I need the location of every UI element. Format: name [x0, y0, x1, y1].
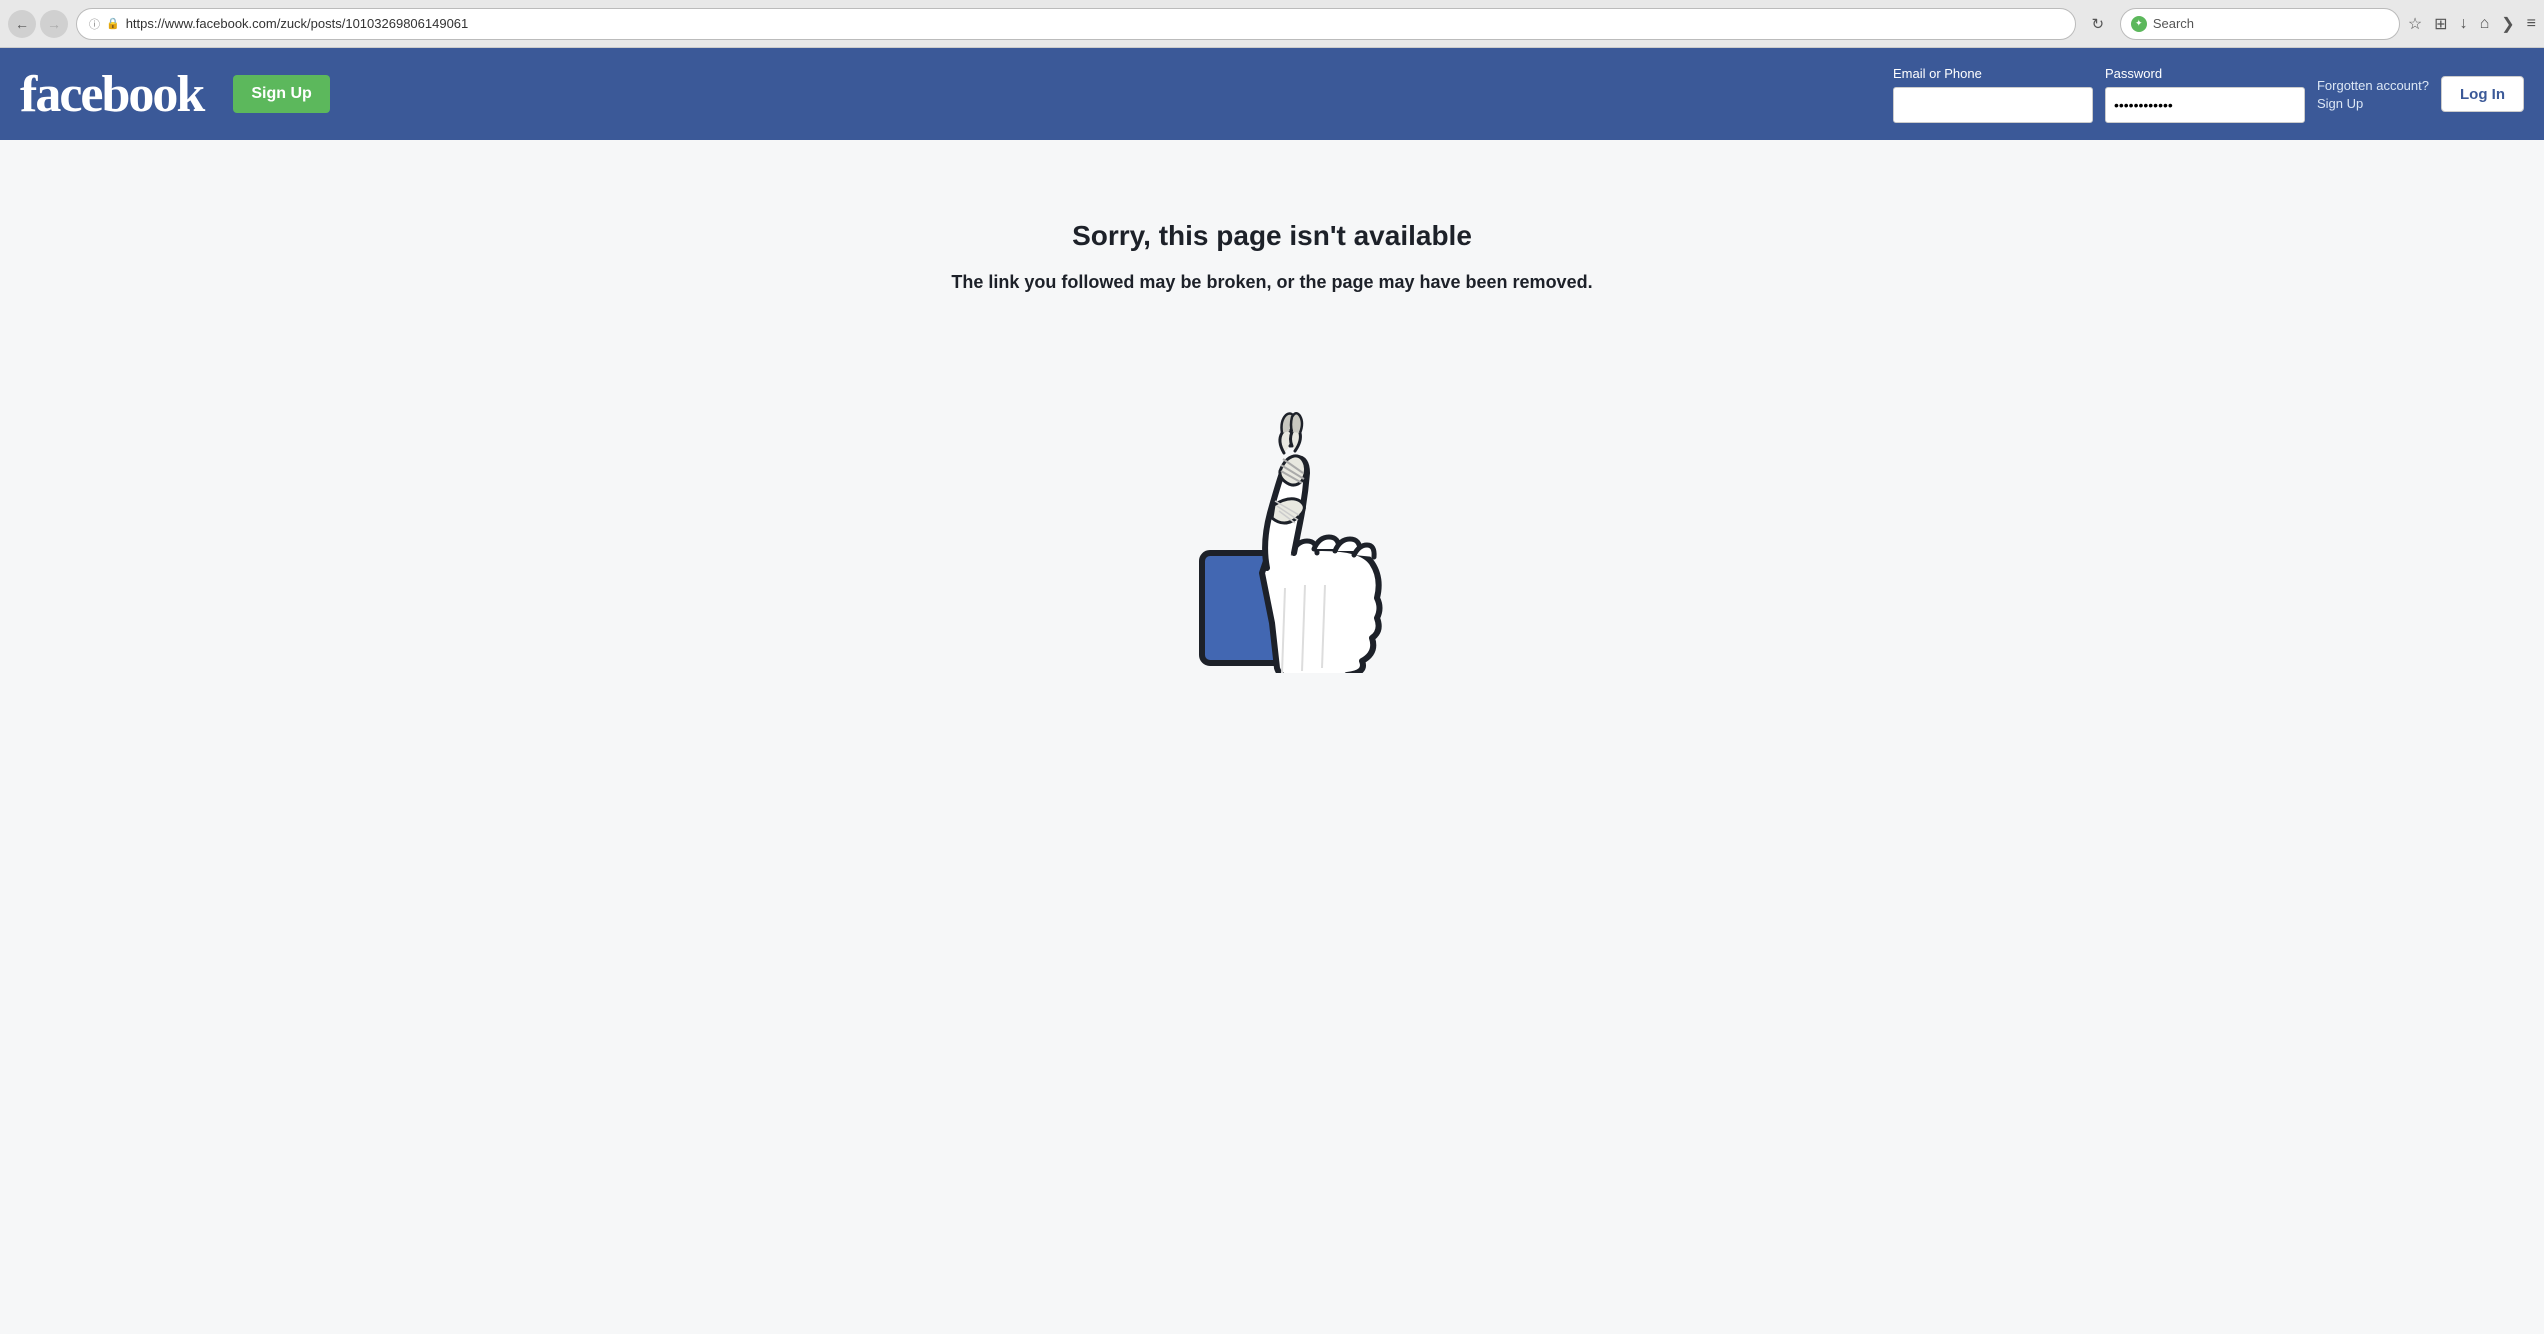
nav-buttons: ← → [8, 10, 68, 38]
main-content: Sorry, this page isn't available The lin… [0, 140, 2544, 1334]
forgotten-account-link[interactable]: Forgotten account? [2317, 78, 2429, 93]
search-icon: ✦ [2131, 16, 2147, 32]
lock-icon: 🔒 [106, 17, 120, 30]
home-icon[interactable]: ⌂ [2480, 15, 2490, 33]
login-links: Forgotten account? Sign Up [2317, 78, 2429, 111]
search-label: Search [2153, 16, 2389, 31]
info-icon: ⓘ [89, 16, 100, 32]
toolbar-icons: ☆ ⊞ ↓ ⌂ ❯ ≡ [2408, 14, 2536, 34]
download-icon[interactable]: ↓ [2460, 15, 2468, 33]
header-right: Email or Phone Password Forgotten accoun… [1893, 66, 2524, 123]
email-input[interactable] [1893, 87, 2093, 123]
facebook-logo: facebook [20, 65, 203, 124]
password-label: Password [2105, 66, 2305, 81]
signup-button[interactable]: Sign Up [233, 75, 329, 113]
email-label: Email or Phone [1893, 66, 2093, 81]
password-group: Password [2105, 66, 2305, 123]
menu-icon[interactable]: ≡ [2527, 15, 2536, 33]
facebook-header: facebook Sign Up Email or Phone Password… [0, 48, 2544, 140]
browser-chrome: ← → ⓘ 🔒 https://www.facebook.com/zuck/po… [0, 0, 2544, 48]
back-button[interactable]: ← [8, 10, 36, 38]
login-button[interactable]: Log In [2441, 76, 2524, 112]
grid-icon[interactable]: ⊞ [2434, 14, 2447, 34]
signup-link[interactable]: Sign Up [2317, 96, 2429, 111]
star-icon[interactable]: ☆ [2408, 14, 2422, 34]
forward-button[interactable]: → [40, 10, 68, 38]
reload-button[interactable]: ↻ [2084, 10, 2112, 38]
error-title: Sorry, this page isn't available [1072, 220, 1472, 252]
password-input[interactable] [2105, 87, 2305, 123]
broken-thumb-illustration [1122, 353, 1422, 678]
error-subtitle: The link you followed may be broken, or … [951, 272, 1592, 293]
address-bar[interactable]: ⓘ 🔒 https://www.facebook.com/zuck/posts/… [76, 8, 2076, 40]
search-bar[interactable]: ✦ Search [2120, 8, 2400, 40]
email-group: Email or Phone [1893, 66, 2093, 123]
pocket-icon[interactable]: ❯ [2501, 14, 2514, 34]
url-text: https://www.facebook.com/zuck/posts/1010… [126, 16, 2063, 31]
